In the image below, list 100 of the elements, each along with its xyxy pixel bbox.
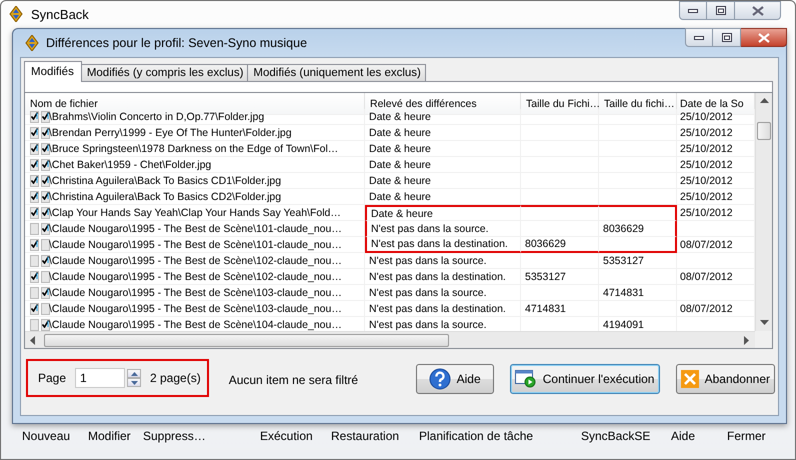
abort-button[interactable]: Abandonner	[676, 364, 775, 394]
checkbox[interactable]	[30, 142, 39, 154]
checkbox[interactable]	[41, 238, 50, 250]
checkbox[interactable]	[30, 174, 39, 186]
check-icon	[42, 112, 49, 120]
check-icon	[42, 256, 49, 264]
check-icon	[31, 240, 38, 248]
checkbox[interactable]	[30, 222, 39, 234]
checkbox[interactable]	[41, 302, 50, 314]
page-count: 2 page(s)	[150, 371, 201, 385]
table-cell: Date & heure	[365, 109, 521, 125]
toolbar-button[interactable]: Exécution	[260, 429, 331, 443]
scrollbar-thumb[interactable]	[44, 334, 449, 346]
close-icon	[752, 6, 764, 16]
checkbox[interactable]	[30, 318, 39, 330]
table-cell: Date & heure	[365, 173, 521, 189]
check-icon	[31, 192, 38, 200]
minimize-button[interactable]	[679, 1, 707, 20]
table-cell: N'est pas dans la source.	[365, 253, 521, 269]
toolbar-button[interactable]: Nouveau	[22, 429, 88, 443]
page-field[interactable]: 1	[75, 368, 125, 388]
vertical-scrollbar[interactable]	[755, 93, 772, 331]
table-cell: \Claude Nougaro\1995 - The Best de Scène\103-claude_nou…	[47, 285, 365, 301]
check-icon	[31, 304, 38, 312]
scroll-right-icon	[744, 336, 750, 344]
checkbox[interactable]	[41, 142, 50, 154]
filter-note: Aucun item ne sera filtré	[228, 373, 358, 387]
table-cell: Date & heure	[365, 189, 521, 205]
maximize-button[interactable]	[713, 28, 741, 47]
tab[interactable]: Modifiés (y compris les exclus)	[80, 64, 248, 81]
check-icon	[42, 192, 49, 200]
table-cell: \Claude Nougaro\1995 - The Best de Scène\103-claude_nou…	[47, 301, 365, 317]
check-icon	[31, 208, 38, 216]
check-icon	[42, 320, 49, 328]
checkbox[interactable]	[30, 126, 39, 138]
tab[interactable]: Modifiés	[24, 61, 82, 82]
checkbox[interactable]	[41, 286, 50, 298]
checkbox[interactable]	[41, 126, 50, 138]
table-cell: N'est pas dans la destination.	[365, 237, 521, 253]
maximize-button[interactable]	[707, 1, 735, 20]
table-cell: N'est pas dans la destination.	[365, 269, 521, 285]
table-cell: 4714831	[599, 285, 677, 301]
toolbar-button[interactable]: Aide	[671, 429, 727, 443]
help-button[interactable]: Aide	[416, 364, 494, 394]
table-cell: Date & heure	[365, 157, 521, 173]
checkbox[interactable]	[30, 190, 39, 202]
table-cell: \Brendan Perry\1999 - Eye Of The Hunter\Folder.jpg	[47, 125, 365, 141]
checkbox[interactable]	[41, 270, 50, 282]
table-cell: \Claude Nougaro\1995 - The Best de Scène\101-claude_nou…	[47, 221, 365, 237]
checkbox[interactable]	[30, 238, 39, 250]
checkbox[interactable]	[41, 174, 50, 186]
checkbox[interactable]	[41, 190, 50, 202]
toolbar-button[interactable]: Restauration	[331, 429, 419, 443]
table-cell: \Brahms\Violin Concerto in D,Op.77\Folder.jpg	[47, 109, 365, 125]
column-header[interactable]: Taille du fichi…	[599, 93, 677, 115]
scrollbar-thumb[interactable]	[757, 122, 771, 140]
check-icon	[31, 144, 38, 152]
maximize-icon	[722, 33, 732, 42]
scrollbar-corner	[755, 331, 772, 348]
window-title: SyncBack	[31, 6, 89, 22]
checkbox[interactable]	[41, 110, 50, 122]
table-cell: \Claude Nougaro\1995 - The Best de Scène\102-claude_nou…	[47, 253, 365, 269]
toolbar-button[interactable]: Suppress…	[143, 429, 260, 443]
checkbox[interactable]	[41, 254, 50, 266]
checkbox[interactable]	[41, 206, 50, 218]
spin-down-button[interactable]	[127, 378, 141, 387]
toolbar-button[interactable]: SyncBackSE	[581, 429, 671, 443]
scroll-left-icon	[30, 336, 36, 344]
checkbox[interactable]	[41, 158, 50, 170]
table-cell: \Christina Aguilera\Back To Basics CD2\Folder.jpg	[47, 189, 365, 205]
minimize-icon	[694, 36, 704, 40]
toolbar-button[interactable]: Planification de tâche	[419, 429, 581, 443]
close-button[interactable]	[741, 28, 787, 47]
checkbox[interactable]	[41, 318, 50, 330]
spin-up-button[interactable]	[127, 369, 141, 378]
run-button[interactable]: Continuer l'exécution	[510, 364, 660, 394]
horizontal-scrollbar[interactable]	[25, 331, 755, 348]
table-cell: 5353127	[599, 253, 677, 269]
checkbox[interactable]	[30, 302, 39, 314]
checkbox[interactable]	[30, 158, 39, 170]
tab[interactable]: Modifiés (uniquement les exclus)	[247, 64, 426, 81]
column-header[interactable]: Taille du Fichi…	[521, 93, 599, 115]
checkbox[interactable]	[30, 270, 39, 282]
close-button[interactable]	[735, 1, 781, 20]
checkbox[interactable]	[30, 254, 39, 266]
check-icon	[42, 224, 49, 232]
checkbox[interactable]	[30, 206, 39, 218]
table-cell: N'est pas dans la destination.	[365, 301, 521, 317]
toolbar-button[interactable]: Modifier	[88, 429, 143, 443]
checkbox[interactable]	[41, 222, 50, 234]
abort-icon	[680, 370, 699, 388]
table-cell: Date & heure	[365, 205, 521, 221]
minimize-button[interactable]	[685, 28, 713, 47]
toolbar-button[interactable]: Fermer	[727, 429, 766, 443]
check-icon	[42, 176, 49, 184]
checkbox[interactable]	[30, 286, 39, 298]
checkbox[interactable]	[30, 110, 39, 122]
table-cell: 4714831	[521, 301, 599, 317]
table-cell: 8036629	[521, 237, 599, 253]
maximize-icon	[716, 6, 726, 15]
